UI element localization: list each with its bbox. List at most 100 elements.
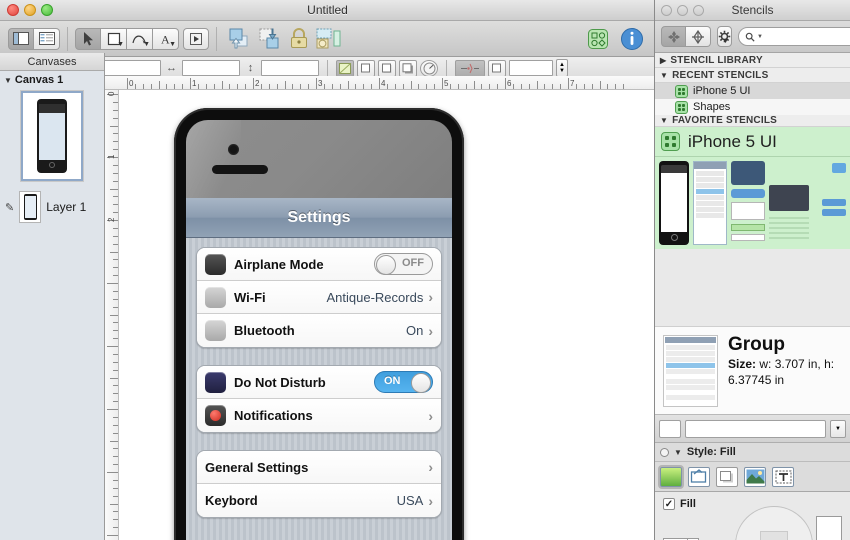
stencil-item-shapes[interactable]: Shapes — [655, 99, 850, 115]
layer-row[interactable]: ✎ Layer 1 — [0, 187, 104, 227]
settings-cell-wifi[interactable]: Wi-Fi Antique-Records › — [197, 281, 441, 314]
section-recent-stencils[interactable]: ▼ RECENT STENCILS — [655, 68, 850, 83]
canvas-row[interactable]: ▼ Canvas 1 — [0, 71, 104, 89]
shadow-box-button[interactable] — [488, 59, 506, 77]
shadow-style-tab[interactable] — [716, 466, 738, 487]
stepper-down-icon[interactable]: ▼ — [559, 68, 565, 74]
preview-settings-thumb[interactable] — [693, 161, 727, 245]
style-radio-icon[interactable] — [660, 447, 669, 457]
settings-cell-bluetooth[interactable]: Bluetooth On › — [197, 314, 441, 347]
browse-mode-button[interactable] — [661, 26, 686, 47]
disclosure-expanded-icon[interactable]: ▼ — [674, 448, 682, 457]
bring-to-front-button[interactable] — [224, 25, 254, 53]
stencil-item-iphone-5-ui[interactable]: iPhone 5 UI — [655, 83, 850, 99]
stepper-buttons[interactable]: ▲ ▼ — [556, 59, 568, 77]
color-swatch-large[interactable] — [816, 516, 842, 540]
preview-phone-thumb[interactable] — [659, 161, 689, 245]
disclosure-collapsed-icon[interactable]: ▶ — [660, 56, 666, 65]
shadow-hard-button[interactable] — [399, 59, 417, 77]
name-field[interactable] — [685, 419, 826, 438]
outline-view-button[interactable] — [34, 27, 60, 50]
stroke-style-tab[interactable] — [688, 466, 710, 487]
canvases-header: Canvases — [0, 53, 104, 71]
y-position-field[interactable] — [103, 60, 161, 76]
shadow-box-icon — [492, 63, 501, 72]
notifications-icon — [205, 405, 226, 426]
iphone-mockup[interactable]: Settings Airplane Mode OFF Wi-Fi Antique… — [174, 108, 464, 540]
disclosure-triangle-icon[interactable]: ▼ — [4, 76, 12, 85]
ruler-number: 2 — [107, 217, 116, 222]
line-tool-caret[interactable]: ▼ — [143, 41, 150, 48]
settings-cell-notifications[interactable]: Notifications › — [197, 399, 441, 432]
do-not-disturb-toggle[interactable]: ON — [374, 371, 433, 393]
stencils-toggle-button[interactable] — [583, 25, 613, 53]
section-label: STENCIL LIBRARY — [670, 54, 763, 66]
disclosure-expanded-icon[interactable]: ▼ — [660, 71, 668, 80]
send-to-back-button[interactable] — [254, 25, 284, 53]
line-tool-button[interactable]: ▼ — [127, 27, 153, 50]
shape-tool-caret[interactable]: ▼ — [117, 41, 124, 48]
sidebar-view-button[interactable] — [8, 27, 34, 50]
settings-cell-keybord[interactable]: Keybord USA › — [197, 484, 441, 517]
lock-button[interactable] — [284, 25, 314, 53]
cell-title: General Settings — [205, 459, 309, 475]
name-prefix-field[interactable] — [659, 419, 681, 438]
height-field[interactable] — [261, 60, 319, 76]
stencil-icon — [661, 132, 680, 151]
object-thumbnail — [663, 335, 718, 407]
style-section-bar[interactable]: ▼ Style: Fill — [655, 443, 850, 462]
group-objects-button[interactable] — [314, 25, 344, 53]
name-popup-button[interactable]: ▼ — [830, 419, 846, 438]
rotation-dial-button[interactable] — [420, 59, 438, 77]
shadow-soft-button[interactable] — [378, 59, 396, 77]
preview-alert-thumb[interactable] — [731, 161, 765, 245]
text-style-tab[interactable] — [772, 466, 794, 487]
stencil-preview-strip[interactable] — [655, 157, 850, 249]
stencil-search-input[interactable] — [764, 30, 850, 43]
stepper-field[interactable] — [509, 60, 553, 76]
image-style-tab[interactable] — [744, 466, 766, 487]
color-wheel[interactable] — [735, 506, 813, 540]
text-tool-button[interactable]: A ▼ — [153, 27, 179, 50]
fill-style-button[interactable] — [336, 59, 354, 77]
settings-cell-do-not-disturb[interactable]: Do Not Disturb ON — [197, 366, 441, 399]
settings-group: General Settings › Keybord USA › — [196, 450, 442, 518]
selection-tool-button[interactable] — [75, 27, 101, 50]
ruler-tick — [127, 78, 128, 89]
vertical-ruler[interactable]: 0 1 2 — [105, 90, 119, 540]
inspector-toggle-button[interactable] — [617, 25, 647, 53]
action-menu-button[interactable]: ▼ — [717, 26, 732, 47]
section-stencil-library[interactable]: ▶ STENCIL LIBRARY — [655, 53, 850, 68]
canvas-area[interactable]: Settings Airplane Mode OFF Wi-Fi Antique… — [119, 90, 654, 540]
preview-keyboard-thumb[interactable] — [769, 161, 809, 245]
action-menu-caret[interactable]: ▼ — [722, 38, 729, 45]
settings-cell-general-settings[interactable]: General Settings › — [197, 451, 441, 484]
layer-thumbnail[interactable] — [19, 191, 42, 223]
shadow-none-button[interactable] — [357, 59, 375, 77]
play-tool-button[interactable] — [183, 27, 209, 50]
cell-value: Antique-Records — [326, 289, 424, 305]
canvas-thumbnail[interactable] — [21, 91, 83, 181]
preview-misc-thumb[interactable] — [813, 161, 846, 245]
horizontal-ruler[interactable]: 0 1 2 3 4 5 6 7 — [105, 76, 654, 90]
fill-style-tab[interactable] — [660, 466, 682, 487]
settings-cell-airplane-mode[interactable]: Airplane Mode OFF — [197, 248, 441, 281]
airplane-mode-toggle[interactable]: OFF — [374, 253, 433, 275]
ruler-number: 3 — [318, 79, 323, 88]
fill-checkbox[interactable]: ✓ — [663, 498, 675, 510]
search-scope-caret[interactable]: ▼ — [757, 34, 763, 40]
pencil-icon[interactable]: ✎ — [5, 201, 14, 214]
disclosure-collapsed-icon[interactable]: ▼ — [660, 116, 668, 125]
ruler-number: 5 — [444, 79, 449, 88]
stencil-search-field[interactable]: ▼ — [738, 27, 850, 46]
magnets-toggle-button[interactable] — [455, 59, 485, 77]
shape-tool-button[interactable]: ▼ — [101, 27, 127, 50]
section-favorite-stencils[interactable]: ▼ FAVORITE STENCILS — [655, 115, 850, 127]
search-mode-button[interactable] — [686, 26, 711, 47]
text-tool-caret[interactable]: ▼ — [169, 41, 176, 48]
document-window: Untitled ▼ ▼ A ▼ ↔ ↕ ▲ ▼ Canvases ▼ Canv… — [0, 0, 655, 540]
ruler-subtick — [599, 81, 601, 89]
ruler-number: 2 — [255, 79, 260, 88]
fill-checkbox-row[interactable]: ✓ Fill — [663, 498, 842, 510]
width-field[interactable] — [182, 60, 240, 76]
